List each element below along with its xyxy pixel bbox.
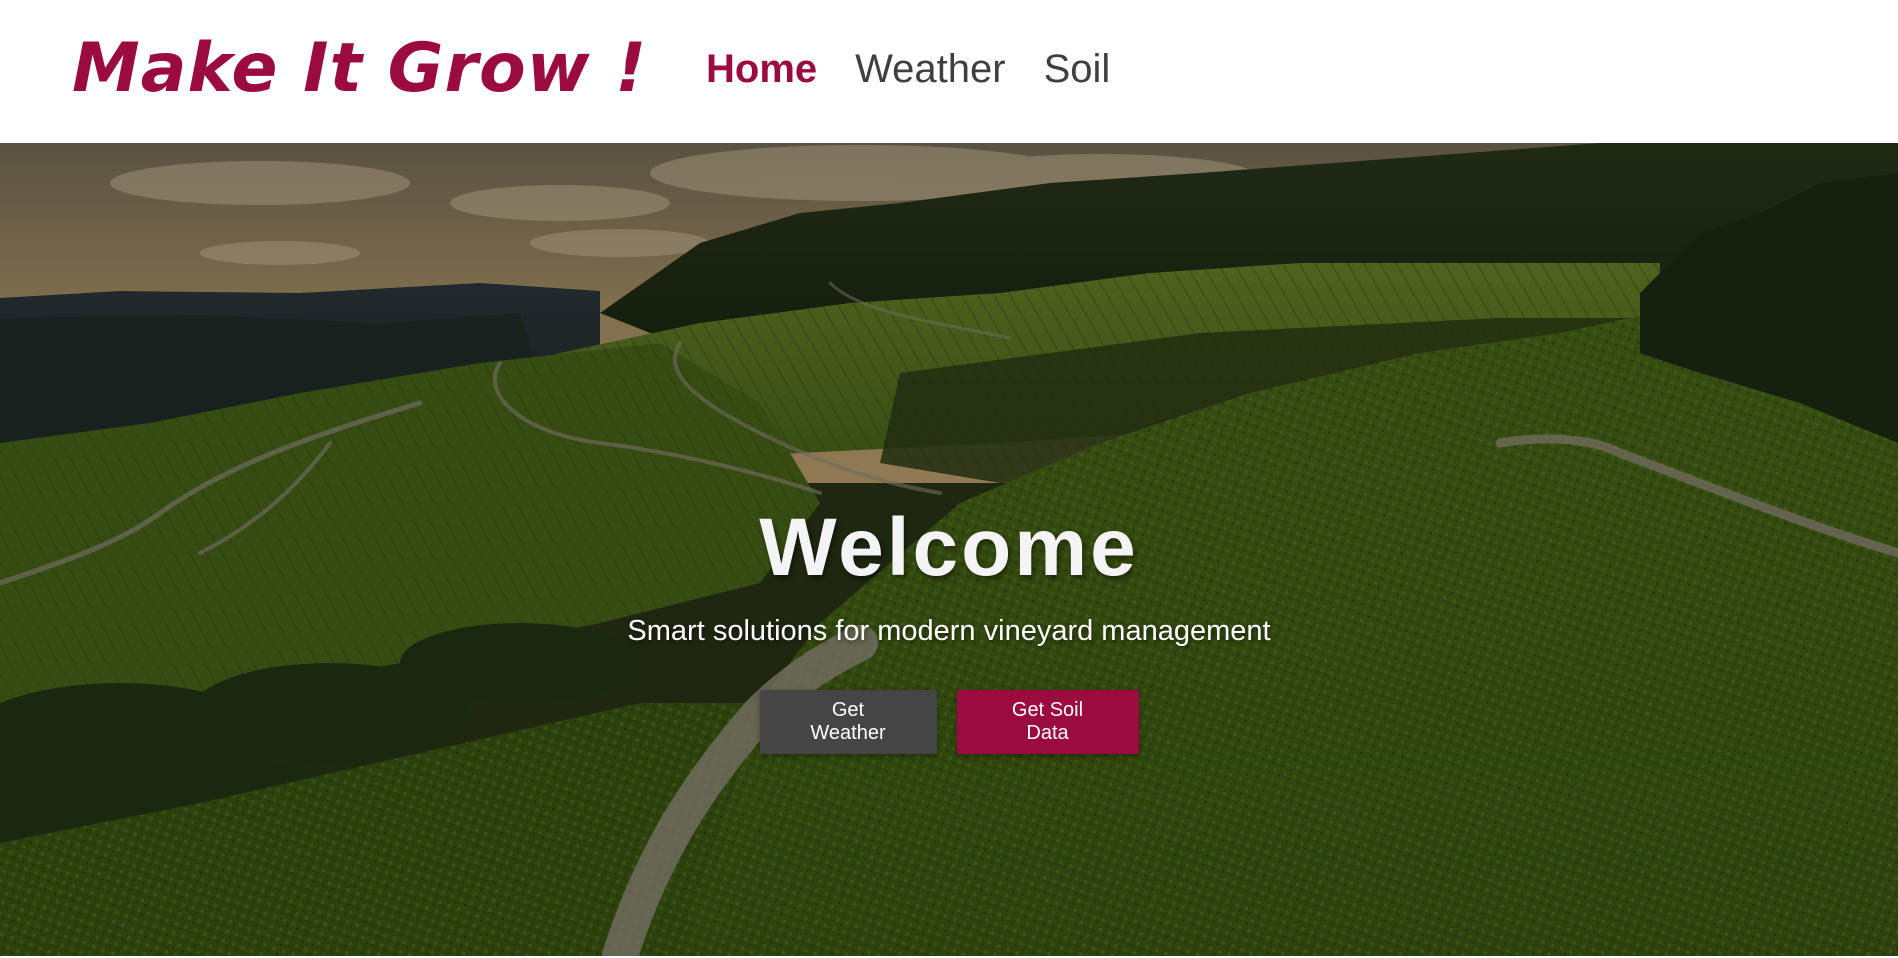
nav-link-weather[interactable]: Weather (855, 44, 1005, 94)
site-logo[interactable]: Make It Grow ! (72, 24, 647, 114)
page: Make It Grow ! Home Weather Soil Welcome… (0, 0, 1898, 958)
main-nav: Home Weather Soil (706, 44, 1110, 94)
hero-title: Welcome (759, 502, 1139, 593)
get-weather-button[interactable]: Get Weather (759, 690, 937, 754)
hero-section: Welcome Smart solutions for modern viney… (0, 143, 1898, 956)
hero-subtitle: Smart solutions for modern vineyard mana… (627, 615, 1271, 647)
get-soil-data-button[interactable]: Get Soil Data (956, 690, 1139, 754)
site-header: Make It Grow ! Home Weather Soil (0, 0, 1898, 143)
nav-link-soil[interactable]: Soil (1044, 44, 1111, 94)
hero-actions: Get Weather Get Soil Data (0, 690, 1898, 754)
nav-link-home[interactable]: Home (706, 44, 817, 94)
